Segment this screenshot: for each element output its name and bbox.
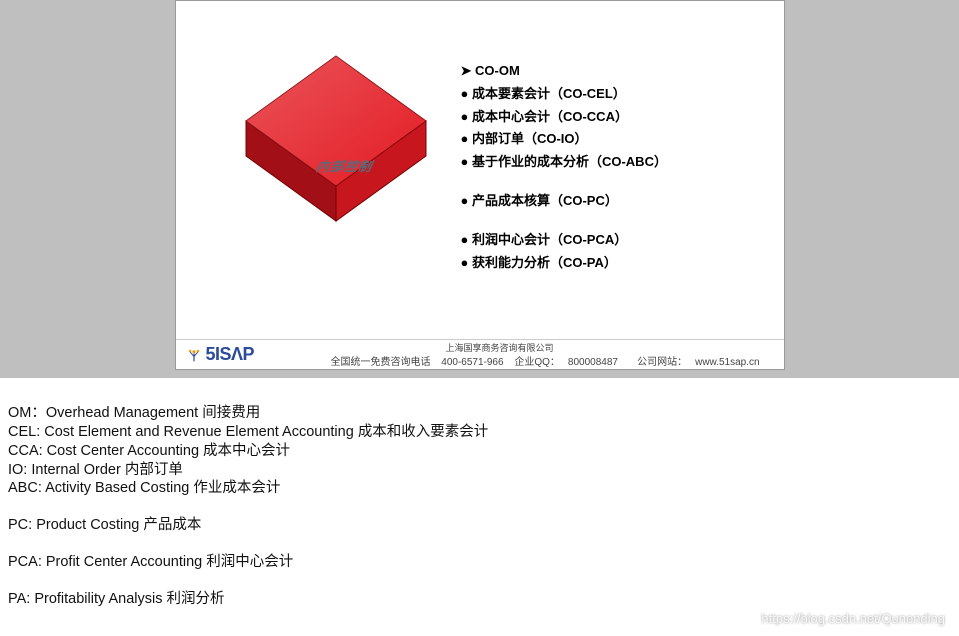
- note-line: OM：Overhead Management 间接费用: [8, 404, 951, 423]
- logo-text: 5ISΛP: [206, 344, 255, 365]
- note-line: CEL: Cost Element and Revenue Element Ac…: [8, 423, 951, 442]
- cube-label: 内部控制: [313, 156, 378, 175]
- slide: 内部控制 CO-OM 成本要素会计（CO-CEL） 成本中心会计（CO-CCA）…: [175, 0, 785, 370]
- blank-line: [8, 498, 951, 516]
- blank-line: [8, 572, 951, 590]
- note-line: PA: Profitability Analysis 利润分析: [8, 590, 951, 609]
- list-item: 成本中心会计（CO-CCA）: [461, 107, 667, 128]
- qq-value: 800008487: [568, 357, 618, 368]
- list-item: 内部订单（CO-IO）: [461, 129, 667, 150]
- list-item: 利润中心会计（CO-PCA）: [461, 230, 667, 251]
- note-line: PC: Product Costing 产品成本: [8, 516, 951, 535]
- list-item: 获利能力分析（CO-PA）: [461, 253, 667, 274]
- slide-area: 内部控制 CO-OM 成本要素会计（CO-CEL） 成本中心会计（CO-CCA）…: [0, 0, 959, 378]
- list-item: CO-OM: [461, 61, 667, 82]
- list-item: 产品成本核算（CO-PC）: [461, 191, 667, 212]
- list-gap: [461, 175, 667, 191]
- note-line: PCA: Profit Center Accounting 利润中心会计: [8, 553, 951, 572]
- site-label: 公司网站：: [637, 357, 687, 368]
- cube-icon: [226, 46, 446, 246]
- note-line: ABC: Activity Based Costing 作业成本会计: [8, 479, 951, 498]
- cube-graphic: 内部控制: [226, 46, 446, 251]
- qq-label: 企业QQ：: [514, 357, 560, 368]
- note-line: CCA: Cost Center Accounting 成本中心会计: [8, 442, 951, 461]
- list-gap: [461, 214, 667, 230]
- list-item: 成本要素会计（CO-CEL）: [461, 84, 667, 105]
- site-value: www.51sap.cn: [695, 357, 759, 368]
- slide-footer: 5ISΛP 上海国享商务咨询有限公司 全国统一免费咨询电话 400-6571-9…: [176, 339, 784, 369]
- note-line: IO: Internal Order 内部订单: [8, 461, 951, 480]
- footer-contact: 全国统一免费咨询电话 400-6571-966 企业QQ： 800008487 公…: [331, 353, 768, 368]
- bullet-list: CO-OM 成本要素会计（CO-CEL） 成本中心会计（CO-CCA） 内部订单…: [461, 61, 667, 275]
- hotline-label: 全国统一免费咨询电话: [331, 357, 431, 368]
- tree-icon: [186, 347, 202, 363]
- list-item: 基于作业的成本分析（CO-ABC）: [461, 152, 667, 173]
- hotline-value: 400-6571-966: [441, 357, 503, 368]
- watermark: https://blog.csdn.net/Qunending: [761, 611, 945, 626]
- blank-line: [8, 535, 951, 553]
- footer-logo: 5ISΛP: [186, 344, 255, 365]
- notes-area[interactable]: OM：Overhead Management 间接费用 CEL: Cost El…: [0, 378, 959, 617]
